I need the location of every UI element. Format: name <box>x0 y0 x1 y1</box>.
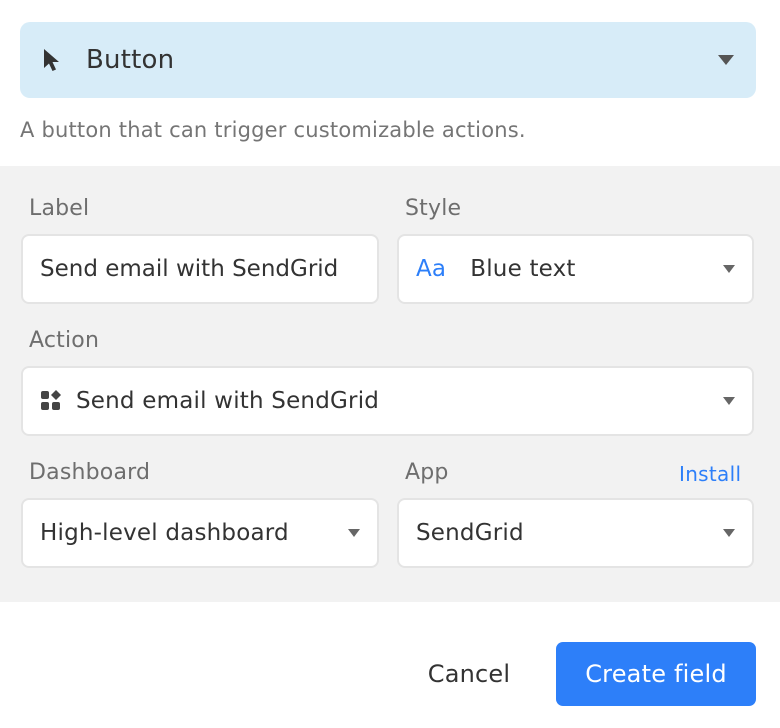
dashboard-dropdown[interactable]: High-level dashboard <box>21 498 379 568</box>
text-style-preview: Aa <box>416 256 447 282</box>
app-value: SendGrid <box>416 520 524 546</box>
label-input-box[interactable] <box>21 234 379 304</box>
install-link[interactable]: Install <box>679 462 741 486</box>
app-heading: App <box>405 460 449 485</box>
button-options-panel: Label Style Aa Blue text Action Send ema… <box>0 166 780 602</box>
chevron-down-icon <box>723 265 735 273</box>
apps-icon <box>40 390 62 412</box>
cursor-arrow-icon <box>42 48 66 72</box>
action-heading: Action <box>29 328 100 353</box>
label-input[interactable] <box>40 256 360 282</box>
action-value: Send email with SendGrid <box>76 388 380 414</box>
app-dropdown[interactable]: SendGrid <box>397 498 754 568</box>
cancel-button[interactable]: Cancel <box>410 642 528 706</box>
chevron-down-icon <box>723 529 735 537</box>
label-heading: Label <box>29 196 90 221</box>
field-type-dropdown[interactable]: Button <box>20 22 756 98</box>
style-heading: Style <box>405 196 462 221</box>
field-type-label: Button <box>86 45 175 75</box>
create-field-button[interactable]: Create field <box>556 642 756 706</box>
action-dropdown[interactable]: Send email with SendGrid <box>21 366 754 436</box>
style-dropdown[interactable]: Aa Blue text <box>397 234 754 304</box>
chevron-down-icon <box>348 529 360 537</box>
dashboard-heading: Dashboard <box>29 460 151 485</box>
field-type-description: A button that can trigger customizable a… <box>20 118 526 142</box>
chevron-down-icon <box>718 55 734 65</box>
dashboard-value: High-level dashboard <box>40 520 289 546</box>
style-value: Blue text <box>470 256 576 282</box>
button-field-config-dialog: Button A button that can trigger customi… <box>0 0 780 728</box>
chevron-down-icon <box>723 397 735 405</box>
